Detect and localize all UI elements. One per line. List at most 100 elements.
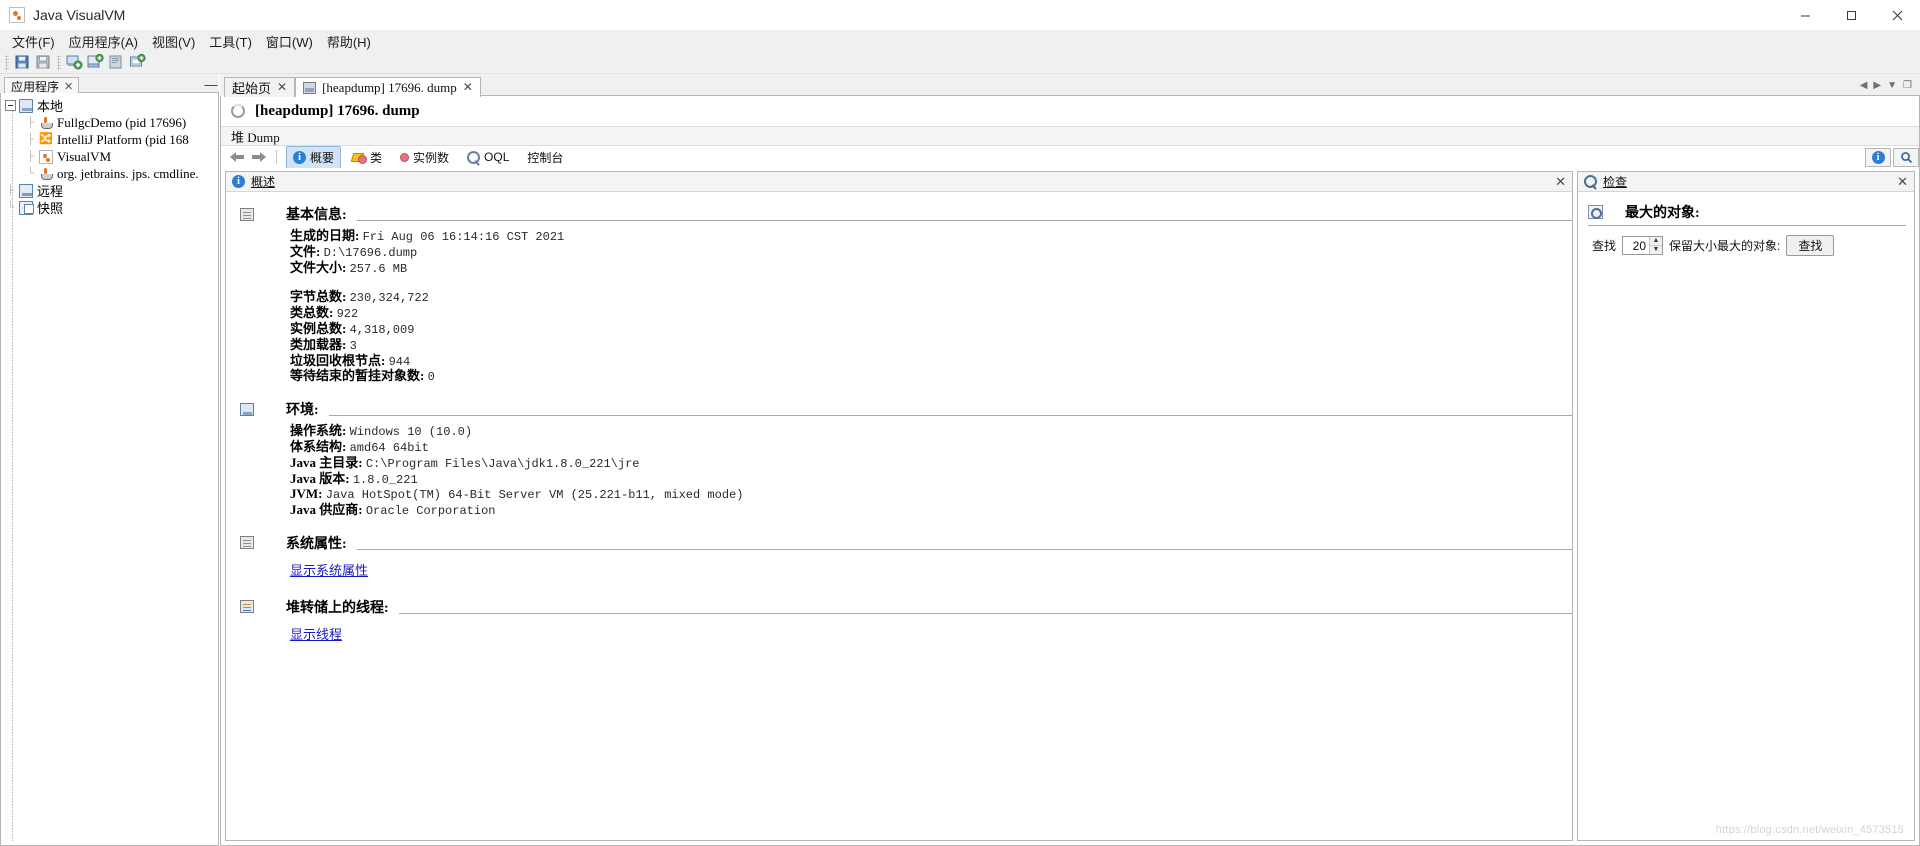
count-stepper[interactable]: 20 ▲ ▼ [1622,236,1664,255]
close-icon[interactable]: ✕ [64,80,73,93]
row-os: 操作系统: Windows 10 (10.0) [290,423,1572,440]
tree-node-visualvm[interactable]: ├ VisualVM [1,148,218,165]
stepper-arrows[interactable]: ▲ ▼ [1649,237,1663,254]
watermark: https://blog.csdn.net/weixin_4573515 [1715,824,1904,836]
view-tab-oql[interactable]: OQL [460,147,516,167]
find-largest-objects-button[interactable]: 查找 [1786,235,1835,256]
row-key: JVM: [290,486,323,502]
window-title: Java VisualVM [33,7,126,23]
view-tab-instances[interactable]: 实例数 [393,146,456,169]
menu-help[interactable]: 帮助(H) [320,30,378,53]
row-value: D:\17696.dump [323,245,418,260]
view-tab-console-label: 控制台 [527,150,564,165]
menu-tools[interactable]: 工具(T) [202,30,259,53]
tab-scroll-left-icon[interactable]: ◀ [1860,80,1868,91]
stepper-down-icon[interactable]: ▼ [1650,245,1663,254]
tab-row-filler [79,76,203,93]
close-icon[interactable]: ✕ [1555,174,1566,190]
inspect-content: 最大的对象: 查找 20 ▲ ▼ 保留大小最大的对象: 查找 [1578,192,1914,256]
collapse-icon[interactable] [5,100,16,111]
tab-start-page[interactable]: 起始页 ✕ [224,77,296,97]
close-icon[interactable]: ✕ [277,80,287,95]
view-tab-classes[interactable]: 类 [345,146,389,169]
tree-node-jps-cmdline[interactable]: └ org. jetbrains. jps. cmdline. [1,165,218,182]
oql-icon [467,150,481,164]
close-icon[interactable]: ✕ [463,80,473,95]
row-key: Java 供应商: [290,502,363,518]
tab-heapdump[interactable]: [heapdump] 17696. dump ✕ [295,77,481,97]
application-window: Java VisualVM 文件(F) 应用程序(A) 视图(V) 工具(T) … [0,0,1920,846]
view-tab-console[interactable]: 控制台 [520,146,570,169]
largest-objects-controls: 查找 20 ▲ ▼ 保留大小最大的对象: 查找 [1578,226,1914,256]
forward-icon[interactable] [250,150,267,164]
snapshot-button[interactable] [107,53,126,72]
overview-scroll-area[interactable]: 基本信息: 生成的日期: Fri Aug 06 16:14:16 CST 202… [226,192,1572,840]
toolbar-separator [276,150,277,164]
document-header: [heapdump] 17696. dump [221,96,1919,126]
show-system-properties-link[interactable]: 显示系统属性 [290,563,368,578]
row-value: amd64 64bit [349,440,429,455]
row-value: Fri Aug 06 16:14:16 CST 2021 [362,230,565,244]
tree-node-intellij-platform[interactable]: ├ IntelliJ Platform (pid 168 [1,131,218,148]
stepper-up-icon[interactable]: ▲ [1650,237,1663,246]
maximize-button[interactable] [1828,0,1874,31]
maximize-tab-icon[interactable]: ❐ [1903,80,1912,91]
row-jvm: JVM: Java HotSpot(TM) 64-Bit Server VM (… [290,486,1572,503]
row-value: 4,318,009 [349,322,415,337]
view-tab-summary[interactable]: i 概要 [286,145,342,169]
main-body: 应用程序 ✕ — 本地 ├ FullgcDemo (pid 17696) ├ 🔀… [0,74,1920,846]
show-threads-link[interactable]: 显示线程 [290,627,342,642]
overview-pane-header: i 概述 ✕ [226,172,1572,192]
tree-node-label: FullgcDemo (pid 17696) [57,114,187,130]
monitor-icon [19,98,33,113]
title-bar: Java VisualVM [0,0,1920,31]
save-button[interactable] [34,53,53,72]
heapdump-document: [heapdump] 17696. dump 堆 Dump i 概要 类 实例数… [220,96,1920,846]
row-value: 230,324,722 [349,291,429,306]
toolbar-grip-2[interactable] [57,54,61,71]
tree-node-fullgcdemo[interactable]: ├ FullgcDemo (pid 17696) [1,114,218,131]
magnifier-doc-icon [1588,205,1603,219]
tree-node-snapshots[interactable]: └ 快照 [1,199,218,216]
close-button[interactable] [1874,0,1920,31]
back-icon[interactable] [229,150,246,164]
row-key: 类加载器: [290,336,347,352]
menu-window[interactable]: 窗口(W) [259,30,320,53]
toolbar-grip[interactable] [5,54,9,71]
section-header: 系统属性: [240,533,1572,553]
add-application-button[interactable] [128,53,147,72]
count-value[interactable]: 20 [1623,237,1649,254]
section-title: 堆转储上的线程: [286,600,389,616]
tab-list-icon[interactable]: ▼ [1887,80,1897,91]
minimize-button[interactable] [1782,0,1828,31]
tree-node-local[interactable]: 本地 [1,97,218,114]
minimize-panel-button[interactable]: — [203,76,219,93]
menu-view[interactable]: 视图(V) [145,30,202,53]
row-java-version: Java 版本: 1.8.0_221 [290,471,1572,488]
row-key: 文件大小: [290,259,347,275]
open-file-button[interactable] [13,53,32,72]
add-jmx-connection-button[interactable] [65,53,84,72]
details-button[interactable]: i [1865,147,1891,167]
applications-tree[interactable]: 本地 ├ FullgcDemo (pid 17696) ├ IntelliJ P… [0,93,219,846]
row-value: 257.6 MB [349,261,408,276]
find-button[interactable] [1893,147,1919,167]
row-total-classes: 类总数: 922 [290,305,1572,322]
menu-applications[interactable]: 应用程序(A) [62,30,145,53]
tab-row-filler: ◀ ▶ ▼ ❐ [480,76,1920,96]
tab-applications[interactable]: 应用程序 ✕ [4,77,80,94]
close-icon[interactable]: ✕ [1897,174,1908,190]
intellij-icon [39,132,53,147]
threads-link-row: 显示线程 [240,617,1572,647]
inspect-scroll-area[interactable]: 最大的对象: 查找 20 ▲ ▼ 保留大小最大的对象: 查找 https://b… [1578,192,1914,840]
tree-node-remote[interactable]: ├ 远程 [1,182,218,199]
add-remote-host-button[interactable] [86,53,105,72]
row-value: Oracle Corporation [365,504,496,519]
heapdump-icon [303,81,317,94]
tree-branch-icon: ├ [26,117,35,128]
menu-file[interactable]: 文件(F) [5,30,62,53]
main-toolbar [0,52,1920,74]
snapshot-icon [19,200,34,215]
tab-scroll-right-icon[interactable]: ▶ [1873,80,1881,91]
java-icon [39,167,53,181]
